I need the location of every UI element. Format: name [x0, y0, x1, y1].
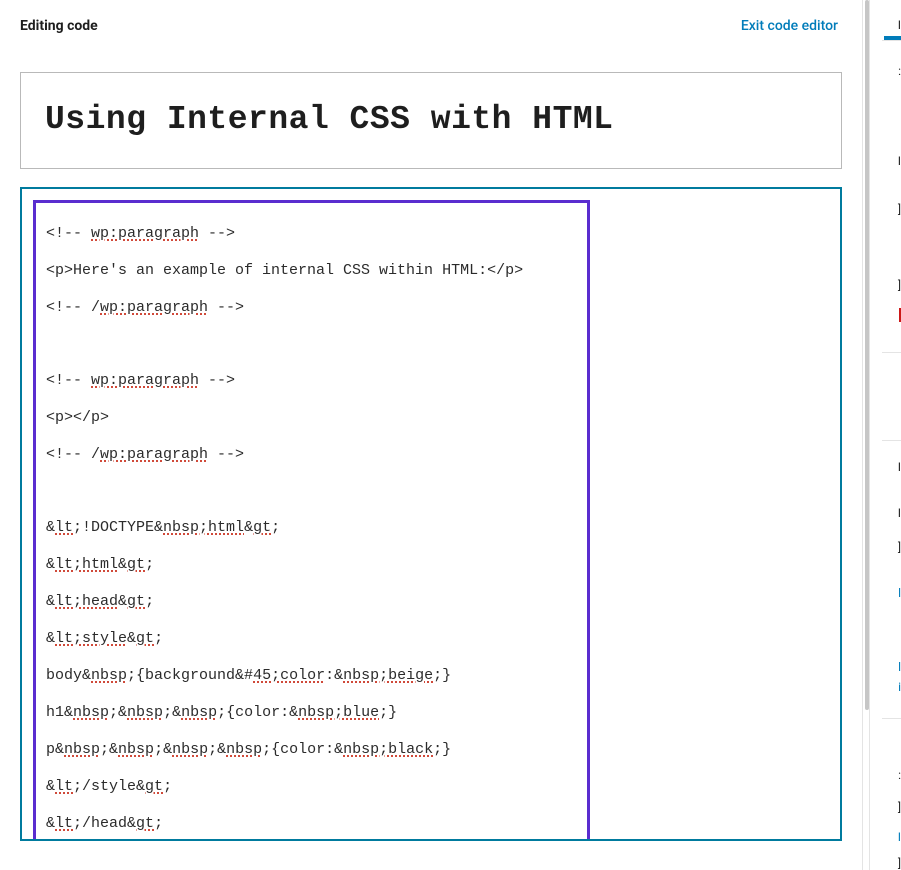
code-line: <!-- /wp:paragraph --> — [46, 297, 577, 318]
code-line: &lt;/head&gt; — [46, 813, 577, 834]
sidebar-fragment: [ — [895, 278, 901, 292]
code-line: &lt;head&gt; — [46, 591, 577, 612]
right-sidebar-cropped: I : ‎ I [ ‎ [ ‎ I I [ l ‎ l i ‎ : [ I [ — [862, 0, 901, 870]
sidebar-fragment: ‎ — [895, 370, 901, 384]
code-line: body&nbsp;{background&#45;color:&nbsp;be… — [46, 665, 577, 686]
code-line: &lt;/style&gt; — [46, 776, 577, 797]
sidebar-fragment: ‎ — [895, 248, 901, 262]
sidebar-link-fragment[interactable]: i — [895, 680, 901, 694]
sidebar-divider — [882, 352, 901, 353]
sidebar-fragment: : — [895, 768, 901, 782]
scrollbar-thumb[interactable] — [865, 0, 869, 710]
sidebar-fragment: ‎ — [895, 626, 901, 640]
sidebar-fragment: I — [895, 18, 901, 32]
sidebar-fragment: [ — [895, 202, 901, 216]
sidebar-divider — [882, 718, 901, 719]
code-line: h1&nbsp;&nbsp;&nbsp;{color:&nbsp;blue;} — [46, 702, 577, 723]
exit-code-editor-link[interactable]: Exit code editor — [741, 18, 838, 34]
sidebar-fragment: ‎ — [895, 736, 901, 750]
sidebar-fragment: I — [895, 154, 901, 168]
main-area: Editing code Exit code editor Using Inte… — [0, 0, 862, 870]
sidebar-link-fragment[interactable]: l — [895, 660, 901, 674]
sidebar-fragment: [ — [895, 800, 901, 814]
sidebar-fragment: l — [895, 586, 901, 600]
code-line: <!-- wp:paragraph --> — [46, 370, 577, 391]
sidebar-panel: I : ‎ I [ ‎ [ ‎ I I [ l ‎ l i ‎ : [ I [ — [870, 0, 901, 870]
code-line: <!-- /wp:paragraph --> — [46, 444, 577, 465]
sidebar-fragment: ‎ — [895, 108, 901, 122]
sidebar-fragment: : — [895, 64, 901, 78]
sidebar-fragment: I — [895, 506, 901, 520]
code-highlight-box: <!-- wp:paragraph --> <p>Here's an examp… — [33, 200, 590, 841]
code-editor-textarea[interactable]: <!-- wp:paragraph --> <p>Here's an examp… — [20, 187, 842, 841]
code-line: &lt;!DOCTYPE&nbsp;html&gt; — [46, 517, 577, 538]
editor-header: Editing code Exit code editor — [20, 18, 842, 34]
sidebar-fragment: [ — [895, 540, 901, 554]
sidebar-fragment: [ — [895, 856, 901, 870]
editing-code-label: Editing code — [20, 18, 98, 34]
code-line: &lt;style&gt; — [46, 628, 577, 649]
code-line: <!-- wp:paragraph --> — [46, 223, 577, 244]
code-line: <p></p> — [46, 407, 577, 428]
title-input-box[interactable]: Using Internal CSS with HTML — [20, 72, 842, 169]
scrollbar-track[interactable] — [862, 0, 870, 870]
sidebar-fragment: I — [895, 830, 901, 844]
post-title: Using Internal CSS with HTML — [45, 101, 817, 138]
editor-canvas: Editing code Exit code editor Using Inte… — [0, 0, 901, 870]
code-line: p&nbsp;&nbsp;&nbsp;&nbsp;{color:&nbsp;bl… — [46, 739, 577, 760]
code-line: <p>Here's an example of internal CSS wit… — [46, 260, 577, 281]
sidebar-divider — [882, 40, 901, 41]
sidebar-fragment — [895, 308, 901, 322]
sidebar-divider — [882, 440, 901, 441]
code-line: &lt;html&gt; — [46, 554, 577, 575]
sidebar-fragment: I — [895, 460, 901, 474]
